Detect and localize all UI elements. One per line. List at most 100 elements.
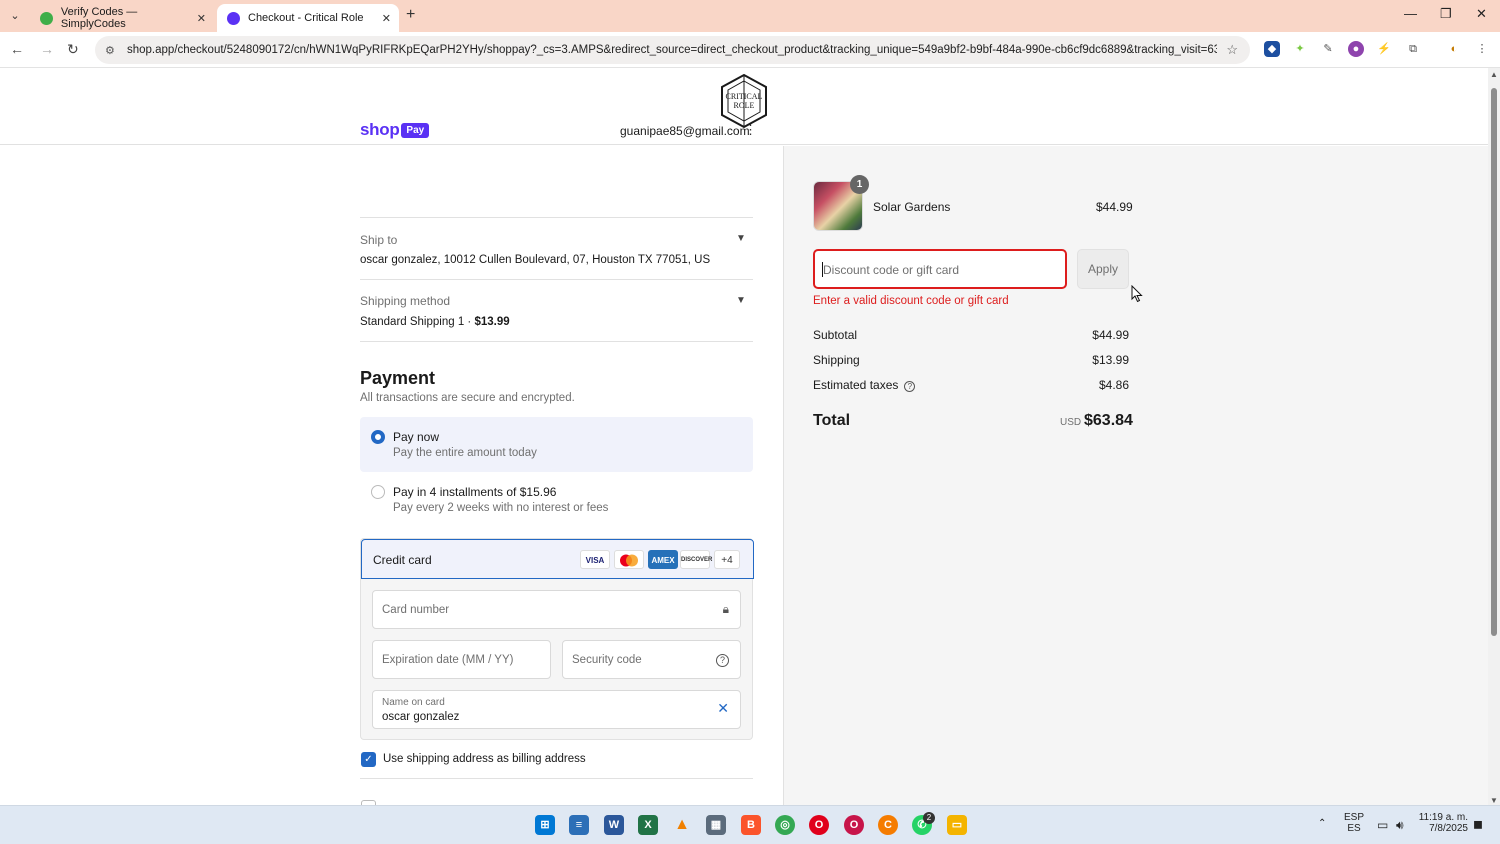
extension-circle-icon[interactable]: ● — [1348, 41, 1364, 57]
file-explorer-icon[interactable]: ▭ — [947, 815, 967, 835]
tab-title: Verify Codes — SimplyCodes — [60, 6, 138, 30]
opera-gx-icon[interactable]: O — [844, 815, 864, 835]
credit-card-header[interactable]: Credit card VISA AMEX DISCOVER +4 — [361, 539, 754, 579]
opera-icon[interactable]: O — [809, 815, 829, 835]
amex-icon: AMEX — [648, 550, 678, 569]
volume-icon[interactable]: 🔊︎ — [1396, 818, 1404, 833]
app-c-icon[interactable]: C — [878, 815, 898, 835]
pay-now-subtitle: Pay the entire amount today — [393, 447, 537, 459]
more-brands-badge[interactable]: +4 — [714, 550, 740, 569]
notification-icon[interactable]: ◼ — [1473, 817, 1483, 831]
word-icon[interactable]: W — [604, 815, 624, 835]
tab-search-icon[interactable]: ⌄ — [6, 7, 24, 25]
bookmark-star-icon[interactable]: ☆ — [1226, 42, 1238, 58]
payment-heading: Payment — [360, 368, 436, 388]
tab-simplycodes[interactable]: Verify Codes — SimplyCodes ✕ — [30, 4, 214, 32]
ship-to-expand-icon[interactable]: ▼ — [736, 233, 746, 244]
close-tab-icon[interactable]: ✕ — [197, 12, 206, 25]
scrollbar-thumb[interactable] — [1491, 88, 1497, 636]
pay-now-title: Pay now — [393, 430, 440, 444]
network-icon[interactable]: ▭ — [1377, 818, 1388, 832]
chrome-icon[interactable]: ◎ — [775, 815, 795, 835]
expiry-placeholder: Expiration date (MM / YY) — [382, 654, 514, 666]
mouse-cursor-icon — [1131, 285, 1143, 303]
tray-overflow-icon[interactable]: ⌃ — [1318, 818, 1326, 829]
minimize-icon[interactable]: — — [1404, 6, 1417, 21]
quantity-badge: 1 — [850, 175, 869, 194]
notes-app-icon[interactable]: ≡ — [569, 815, 589, 835]
pay-now-radio[interactable] — [371, 430, 385, 444]
discount-code-input[interactable]: Discount code or gift card — [813, 249, 1067, 289]
security-code-field[interactable]: Security code ? — [562, 640, 741, 679]
product-price: $44.99 — [1096, 200, 1133, 214]
close-tab-icon[interactable]: ✕ — [382, 12, 391, 25]
name-on-card-value: oscar gonzalez — [382, 711, 460, 723]
card-number-field[interactable]: Card number 🔒︎ — [372, 590, 741, 629]
window-close-icon[interactable]: ✕ — [1476, 6, 1487, 22]
page-scrollbar[interactable]: ▲ ▼ — [1488, 68, 1500, 805]
extension-leaf-icon[interactable]: ✦ — [1292, 41, 1308, 57]
total-currency: USD — [1060, 417, 1082, 428]
divider — [360, 341, 753, 342]
language-indicator[interactable]: ESP ES — [1344, 812, 1364, 834]
pay-logo-badge: Pay — [401, 122, 430, 138]
extension-shield-icon[interactable]: ◆ — [1264, 41, 1280, 57]
forward-icon[interactable]: → — [40, 41, 54, 57]
windows-start-icon[interactable]: ⊞ — [535, 815, 555, 835]
maximize-icon[interactable]: ❐ — [1440, 6, 1452, 22]
browser-title-bar: ⌄ Verify Codes — SimplyCodes ✕ Checkout … — [0, 0, 1500, 32]
payment-subtitle: All transactions are secure and encrypte… — [360, 392, 575, 404]
help-icon[interactable]: ? — [904, 381, 916, 392]
clock[interactable]: 11:19 a. m. 7/8/2025 — [1418, 812, 1468, 834]
keyboard-layout: ES — [1347, 823, 1361, 834]
extension-edit-icon[interactable]: ✎ — [1320, 41, 1336, 57]
site-info-icon[interactable]: ⚙ — [105, 44, 121, 57]
vlc-icon[interactable]: ▲ — [672, 815, 692, 835]
back-icon[interactable]: ← — [10, 41, 24, 57]
lock-icon: 🔒︎ — [722, 602, 729, 616]
billing-checkbox-label[interactable]: Use shipping address as billing address — [383, 753, 586, 765]
shipping-method-expand-icon[interactable]: ▼ — [736, 295, 746, 306]
browser-menu-icon[interactable]: ⋮ — [1474, 41, 1490, 57]
new-tab-icon[interactable]: + — [406, 6, 415, 24]
expiry-field[interactable]: Expiration date (MM / YY) — [372, 640, 551, 679]
profile-avatar[interactable]: ◐ — [1446, 41, 1462, 57]
shipping-method-label: Shipping method — [360, 294, 451, 308]
tab-checkout[interactable]: Checkout - Critical Role ✕ — [217, 4, 399, 32]
credit-card-label: Credit card — [373, 553, 432, 567]
language-code: ESP — [1344, 812, 1365, 823]
name-on-card-field[interactable]: Name on card oscar gonzalez ✕ — [372, 690, 741, 729]
extensions-puzzle-icon[interactable]: ⧉ — [1405, 41, 1421, 57]
clear-icon[interactable]: ✕ — [717, 700, 729, 717]
calculator-icon[interactable]: ▦ — [706, 815, 726, 835]
tab-title: Checkout - Critical Role — [248, 12, 364, 24]
installments-radio[interactable] — [371, 485, 385, 499]
url-text[interactable]: shop.app/checkout/5248090172/cn/hWN1WqPy… — [127, 44, 1217, 56]
name-on-card-label: Name on card — [382, 697, 445, 708]
shipping-value: $13.99 — [1092, 353, 1129, 367]
scroll-down-icon[interactable]: ▼ — [1490, 796, 1498, 805]
excel-icon[interactable]: X — [638, 815, 658, 835]
account-menu-icon[interactable]: ⋮ — [744, 122, 757, 138]
address-bar[interactable]: ⚙ shop.app/checkout/5248090172/cn/hWN1Wq… — [95, 36, 1250, 64]
account-email: guanipae85@gmail.com — [620, 124, 750, 138]
subtotal-value: $44.99 — [1092, 328, 1129, 342]
credit-card-section: Credit card VISA AMEX DISCOVER +4 Card n… — [360, 538, 754, 740]
clock-date: 7/8/2025 — [1429, 823, 1468, 834]
installments-subtitle: Pay every 2 weeks with no interest or fe… — [393, 502, 609, 514]
help-icon[interactable]: ? — [716, 654, 729, 667]
installments-title[interactable]: Pay in 4 installments of $15.96 — [393, 485, 556, 499]
scroll-up-icon[interactable]: ▲ — [1490, 70, 1498, 79]
extension-bolt-icon[interactable]: ⚡ — [1376, 41, 1392, 57]
shop-logo-text: shop — [360, 120, 400, 139]
discount-placeholder: Discount code or gift card — [823, 263, 960, 277]
reload-icon[interactable]: ↻ — [67, 41, 79, 58]
divider — [360, 778, 753, 779]
ship-to-address: oscar gonzalez, 10012 Cullen Boulevard, … — [360, 254, 711, 266]
pay-now-option[interactable] — [360, 417, 753, 472]
apply-button[interactable]: Apply — [1077, 249, 1129, 289]
brave-icon[interactable]: B — [741, 815, 761, 835]
browser-toolbar: ← → ↻ ⚙ shop.app/checkout/5248090172/cn/… — [0, 32, 1500, 68]
shop-pay-logo: shop Pay — [360, 120, 430, 140]
billing-checkbox[interactable]: ✓ — [361, 752, 376, 767]
